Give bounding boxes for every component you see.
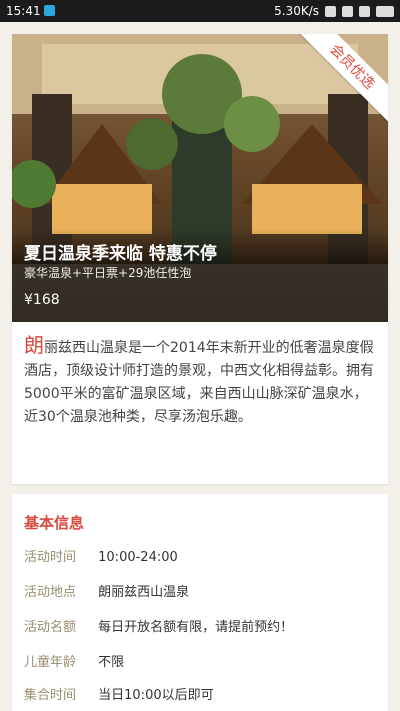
info-row-quota: 活动名额 每日开放名额有限，请提前预约！ (24, 616, 293, 635)
net-speed: 5.30K/s (274, 4, 319, 18)
hero-title: 夏日温泉季来临 特惠不停 (24, 244, 217, 264)
bluetooth-icon (325, 5, 336, 17)
promo-card[interactable]: 夏日温泉季来临 特惠不停 豪华温泉+平日票+29池任性泡 ¥168 会员优选 朗… (12, 34, 388, 484)
info-label: 活动地点 (24, 585, 77, 600)
hero-subtitle: 豪华温泉+平日票+29池任性泡 (24, 266, 192, 280)
hero-price: ¥168 (24, 292, 60, 308)
info-label: 活动时间 (24, 550, 77, 565)
info-row-child-age: 儿童年龄 不限 (24, 651, 124, 670)
info-label: 儿童年龄 (24, 655, 77, 670)
status-time: 15:41 (6, 4, 41, 18)
status-right: 5.30K/s (274, 4, 394, 18)
battery-icon (376, 5, 394, 17)
description-drop-cap: 朗 (24, 333, 44, 357)
notification-icon (44, 5, 55, 16)
section-title: 基本信息 (24, 514, 85, 532)
info-value: 10:00-24:00 (98, 550, 178, 565)
info-label: 活动名额 (24, 620, 77, 635)
hero-image: 夏日温泉季来临 特惠不停 豪华温泉+平日票+29池任性泡 ¥168 会员优选 (12, 34, 388, 322)
description-text: 丽兹西山温泉是一个2014年末新开业的低奢温泉度假酒店，顶级设计师打造的景观，中… (24, 340, 374, 425)
description: 朗丽兹西山温泉是一个2014年末新开业的低奢温泉度假酒店，顶级设计师打造的景观，… (24, 334, 376, 429)
info-row-meeting-time: 集合时间 当日10:00以后即可 (24, 684, 214, 703)
info-row-location: 活动地点 朗丽兹西山温泉 (24, 581, 189, 600)
info-value: 当日10:00以后即可 (98, 688, 214, 703)
basic-info-card: 基本信息 活动时间 10:00-24:00 活动地点 朗丽兹西山温泉 活动名额 … (12, 494, 388, 711)
status-bar: 15:41 5.30K/s (0, 0, 400, 22)
info-value: 朗丽兹西山温泉 (98, 585, 190, 600)
wifi-icon (342, 5, 353, 17)
signal-icon (359, 5, 370, 17)
info-row-time: 活动时间 10:00-24:00 (24, 546, 178, 565)
info-value: 不限 (98, 655, 125, 670)
info-value: 每日开放名额有限，请提前预约！ (98, 620, 294, 635)
info-label: 集合时间 (24, 688, 77, 703)
